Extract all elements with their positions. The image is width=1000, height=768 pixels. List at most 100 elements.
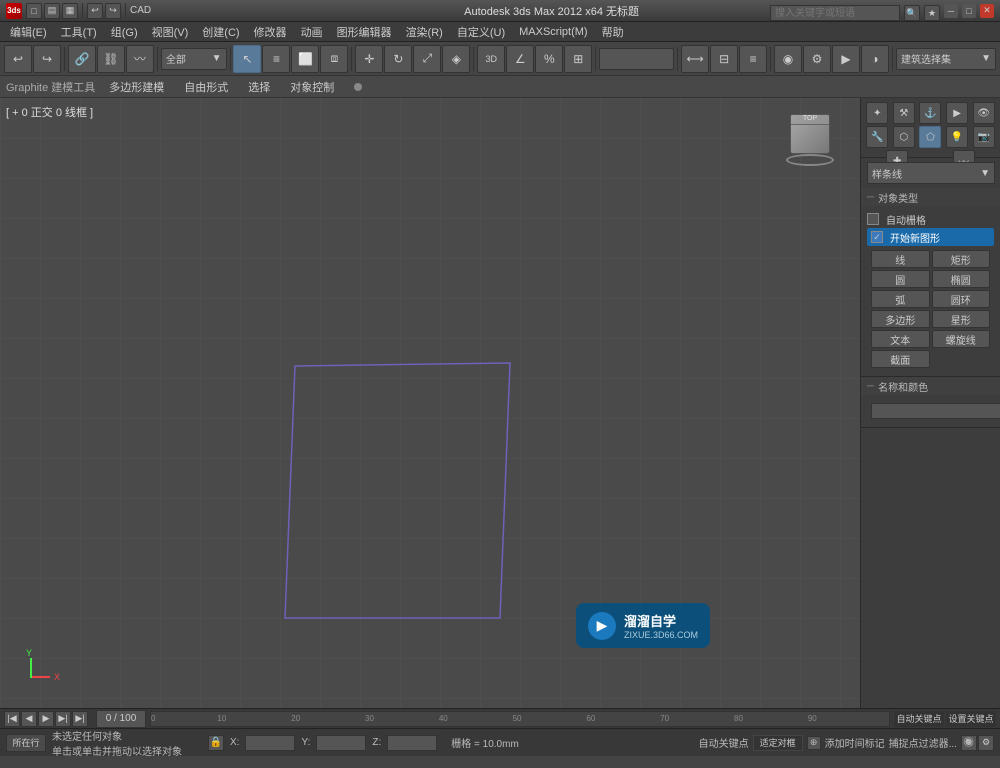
y-coord-input[interactable]	[316, 735, 366, 751]
search-input[interactable]	[770, 5, 900, 21]
select-name-btn[interactable]: ≡	[262, 45, 290, 73]
menu-group[interactable]: 组(G)	[105, 22, 144, 42]
spline-dropdown[interactable]: 样条线 ▼	[867, 162, 995, 184]
rect-select-btn[interactable]: ⬜	[291, 45, 319, 73]
ellipse-btn[interactable]: 椭圆	[932, 270, 991, 288]
crossing-select-btn[interactable]: ⧈	[320, 45, 348, 73]
z-coord-input[interactable]	[387, 735, 437, 751]
selection-sets-dropdown[interactable]: 建筑选择集 ▼	[896, 48, 996, 70]
ngon-btn[interactable]: 多边形	[871, 310, 930, 328]
utility-panel-btn[interactable]: 🔧	[866, 126, 888, 148]
select-btn[interactable]: ↖	[233, 45, 261, 73]
object-name-input[interactable]	[871, 403, 1000, 419]
rotate-btn[interactable]: ↻	[384, 45, 412, 73]
new-file-btn[interactable]: □	[26, 3, 42, 19]
mirror-btn[interactable]: ⟷	[681, 45, 709, 73]
prev-frame-btn[interactable]: ◀	[21, 711, 37, 727]
align-btn[interactable]: ⊟	[710, 45, 738, 73]
go-to-end-btn[interactable]: ▶|	[72, 711, 88, 727]
redo-btn[interactable]: ↪	[105, 3, 121, 19]
object-types-header[interactable]: ─ 对象类型	[861, 188, 1000, 206]
search-btn[interactable]: 🔍	[904, 5, 920, 21]
menu-maxscript[interactable]: MAXScript(M)	[513, 24, 593, 40]
named-selection-input[interactable]	[599, 48, 674, 70]
active-shade-btn[interactable]: ◑	[861, 45, 889, 73]
section-btn[interactable]: 截面	[871, 350, 930, 368]
lights-btn[interactable]: 💡	[946, 126, 968, 148]
text-btn[interactable]: 文本	[871, 330, 930, 348]
move-btn[interactable]: ✛	[355, 45, 383, 73]
menu-animation[interactable]: 动画	[295, 22, 329, 42]
modify-panel-btn[interactable]: ⚒	[893, 102, 915, 124]
auto-grid-checkbox[interactable]	[867, 213, 879, 225]
selection-mode-btn[interactable]: 适定对框	[753, 735, 803, 751]
go-to-start-btn[interactable]: |◀	[4, 711, 20, 727]
material-editor-btn[interactable]: ◉	[774, 45, 802, 73]
undo-btn[interactable]: ↩	[87, 3, 103, 19]
name-color-header[interactable]: ─ 名称和颜色	[861, 377, 1000, 395]
save-file-btn[interactable]: ▦	[62, 3, 78, 19]
line-btn[interactable]: 线	[871, 250, 930, 268]
cameras-btn[interactable]: 📷	[973, 126, 995, 148]
bind-spacewarp-btn[interactable]: 〰	[126, 45, 154, 73]
scale-btn[interactable]: ⤢	[413, 45, 441, 73]
menu-create[interactable]: 创建(C)	[196, 22, 245, 42]
graphite-tab-polygon[interactable]: 多边形建模	[103, 77, 170, 97]
selection-filter-dropdown[interactable]: 全部 ▼	[161, 48, 227, 70]
helix-btn[interactable]: 螺旋线	[932, 330, 991, 348]
play-btn[interactable]: ▶	[38, 711, 54, 727]
ref-coord-btn[interactable]: ◈	[442, 45, 470, 73]
motion-panel-btn[interactable]: ▶	[946, 102, 968, 124]
render-setup-btn[interactable]: ⚙	[803, 45, 831, 73]
timeline-slider[interactable]: // draw ticks dynamically 0 10 20 30 40 …	[150, 711, 890, 727]
menu-help[interactable]: 帮助	[596, 22, 630, 42]
menu-render[interactable]: 渲染(R)	[400, 22, 449, 42]
geometry-btn[interactable]: ⬡	[893, 126, 915, 148]
spinner-snap-btn[interactable]: ⊞	[564, 45, 592, 73]
start-new-shape-row[interactable]: ✓ 开始新图形	[867, 228, 994, 246]
angle-snap-btn[interactable]: ∠	[506, 45, 534, 73]
donut-btn[interactable]: 圆环	[932, 290, 991, 308]
close-btn[interactable]: ✕	[980, 4, 994, 18]
snap-options-btn[interactable]: ⚙	[978, 735, 994, 751]
snap-icon[interactable]: ⊕	[807, 736, 821, 750]
circle-btn[interactable]: 圆	[871, 270, 930, 288]
percent-snap-btn[interactable]: %	[535, 45, 563, 73]
shapes-btn[interactable]: ⬠	[919, 126, 941, 148]
link-btn[interactable]: 🔗	[68, 45, 96, 73]
create-panel-btn[interactable]: ✦	[866, 102, 888, 124]
star-btn[interactable]: 星形	[932, 310, 991, 328]
minimize-btn[interactable]: ─	[944, 4, 958, 18]
maximize-btn[interactable]: □	[962, 4, 976, 18]
bookmark-btn[interactable]: ★	[924, 5, 940, 21]
set-key-btn[interactable]: 设置关键点	[946, 711, 996, 727]
viewport-rectangle[interactable]	[285, 363, 510, 618]
menu-modifier[interactable]: 修改器	[248, 22, 293, 42]
display-panel-btn[interactable]: 👁	[973, 102, 995, 124]
layer-manager-btn[interactable]: ≡	[739, 45, 767, 73]
snap-toggle-btn[interactable]: 🔘	[961, 735, 977, 751]
graphite-tab-select[interactable]: 选择	[242, 77, 276, 97]
undo-toolbar-btn[interactable]: ↩	[4, 45, 32, 73]
lock-icon[interactable]: 🔒	[208, 735, 224, 751]
unlink-btn[interactable]: ⛓	[97, 45, 125, 73]
menu-graph-editor[interactable]: 图形编辑器	[331, 22, 398, 42]
graphite-tab-object[interactable]: 对象控制	[284, 77, 340, 97]
menu-tools[interactable]: 工具(T)	[55, 22, 103, 42]
snap3d-btn[interactable]: 3D	[477, 45, 505, 73]
hierarchy-panel-btn[interactable]: ⚓	[919, 102, 941, 124]
open-file-btn[interactable]: ▤	[44, 3, 60, 19]
graphite-tab-freeform[interactable]: 自由形式	[178, 77, 234, 97]
auto-key-btn[interactable]: 自动关键点	[894, 711, 944, 727]
quick-render-btn[interactable]: ▶	[832, 45, 860, 73]
menu-customize[interactable]: 自定义(U)	[451, 22, 511, 42]
next-frame-btn[interactable]: ▶|	[55, 711, 71, 727]
x-coord-input[interactable]	[245, 735, 295, 751]
menu-view[interactable]: 视图(V)	[146, 22, 195, 42]
viewport[interactable]: [ + 0 正交 0 线框 ] TOP X Y ▶	[0, 98, 860, 708]
rect-btn[interactable]: 矩形	[932, 250, 991, 268]
arc-btn[interactable]: 弧	[871, 290, 930, 308]
redo-toolbar-btn[interactable]: ↪	[33, 45, 61, 73]
menu-edit[interactable]: 编辑(E)	[4, 22, 53, 42]
start-new-shape-checkbox[interactable]: ✓	[871, 231, 883, 243]
